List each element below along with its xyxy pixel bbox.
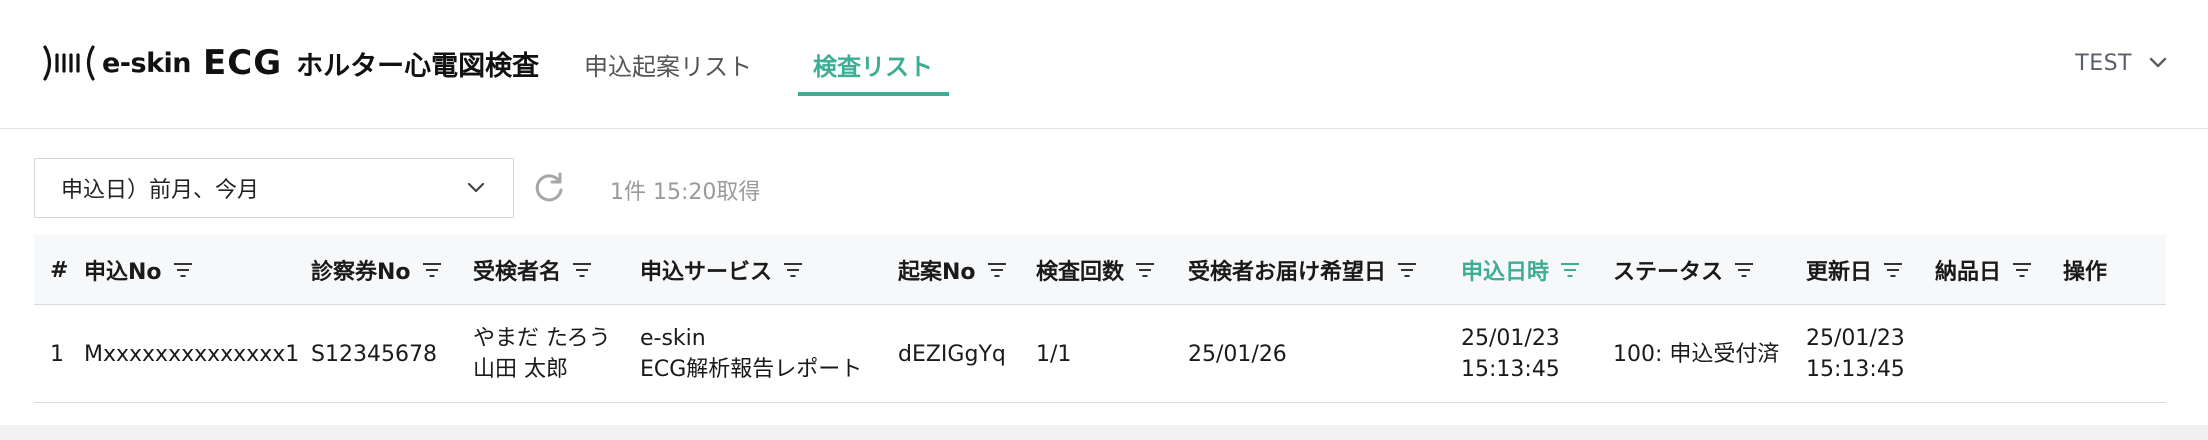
col-header-label: 検査回数 [1036,260,1125,285]
filter-icon[interactable] [986,262,1008,278]
filter-icon[interactable] [172,262,194,278]
table-header: # 申込No 診察券No 受検者名 申込サービス 起案No 検査回数 受検者お届… [34,235,2166,305]
cell-status-value: 100: 申込受付済 [1613,341,1780,367]
cell-draft-no: dEZIGgYq [898,305,1006,403]
cell-delivery-date: 25/01/26 [1188,305,1287,403]
col-header-label: 起案No [898,260,976,285]
cell-index-value: 1 [50,341,64,367]
cell-patient-name: やまだ たろう 山田 太郎 [473,305,611,403]
col-header-label: 操作 [2063,260,2108,285]
app-title: ホルター心電図検査 [296,50,540,82]
filter-icon[interactable] [1733,262,1755,278]
cell-exam-count-value: 1/1 [1036,341,1072,367]
period-select[interactable]: 申込日）前月、今月 [34,158,514,218]
col-header-label: ステータス [1613,260,1724,285]
cell-exam-count: 1/1 [1036,305,1071,403]
user-name: TEST [2075,50,2132,76]
cell-applied-date: 25/01/23 [1461,326,1560,351]
period-select-value: 申込日）前月、今月 [61,178,260,203]
filter-icon[interactable] [571,262,593,278]
cell-applied-datetime: 25/01/23 15:13:45 [1461,305,1560,403]
cell-status: 100: 申込受付済 [1613,305,1779,403]
col-header-label: 申込No [84,260,162,285]
cell-name-kana: やまだ たろう [473,326,611,351]
horizontal-scroll-track[interactable] [0,425,2208,440]
filter-icon[interactable] [421,262,443,278]
col-header-status[interactable]: ステータス [1613,235,1755,305]
filter-icon[interactable] [2011,262,2033,278]
tab-exam-list[interactable]: 検査リスト [798,36,948,92]
col-header-service[interactable]: 申込サービス [640,235,804,305]
chevron-down-icon [2149,57,2167,68]
col-header-draft-no[interactable]: 起案No [898,235,1008,305]
col-header-updated-date[interactable]: 更新日 [1806,235,1904,305]
col-header-applied-datetime[interactable]: 申込日時 [1461,235,1581,305]
brand-logo[interactable]: e-skin ECG ホルター心電図検査 [42,40,539,86]
filter-icon[interactable] [1559,262,1581,278]
cell-updated-date: 25/01/23 15:13:45 [1806,305,1905,403]
cell-service-line1: e-skin [640,326,706,351]
col-header-label: 納品日 [1935,260,2002,285]
user-menu[interactable]: TEST [2075,46,2168,80]
logo-ecg-text: ECG [203,43,283,83]
filter-bar: 申込日）前月、今月 1件 15:20取得 [34,158,934,218]
cell-patient-card-no: S12345678 [311,305,437,403]
refresh-icon [535,172,563,202]
col-header-delivered-date[interactable]: 納品日 [1935,235,2033,305]
col-header-actions: 操作 [2063,235,2107,305]
cell-application-no: Mxxxxxxxxxxxxxx1 [84,305,299,403]
cell-updated-date-value: 25/01/23 [1806,326,1905,351]
col-header-patient-name[interactable]: 受検者名 [473,235,593,305]
cell-application-no-value: Mxxxxxxxxxxxxxx1 [84,341,300,367]
cell-service-line2: ECG解析報告レポート [640,357,863,382]
col-header-label: 更新日 [1806,260,1873,285]
reload-button[interactable] [528,168,570,208]
cell-name-kanji: 山田 太郎 [473,357,568,382]
exam-table: # 申込No 診察券No 受検者名 申込サービス 起案No 検査回数 受検者お届… [34,235,2166,403]
tab-application-draft-list[interactable]: 申込起案リスト [584,36,752,92]
cell-delivery-date-value: 25/01/26 [1188,341,1287,367]
col-header-exam-count[interactable]: 検査回数 [1036,235,1156,305]
col-header-label: 申込サービス [640,260,773,285]
cell-patient-card-no-value: S12345678 [311,341,437,367]
cell-updated-time-value: 15:13:45 [1806,357,1905,382]
cell-draft-no-value: dEZIGgYq [898,341,1006,367]
col-header-label: 診察券No [311,260,411,285]
cell-index: 1 [50,305,64,403]
filter-icon[interactable] [1134,262,1156,278]
col-header-patient-card-no[interactable]: 診察券No [311,235,443,305]
fetch-status: 1件 15:20取得 [610,180,761,205]
logo-eskin-text: e-skin [102,47,192,79]
col-header-label: 申込日時 [1461,260,1550,285]
col-header-label: # [50,257,69,283]
app-header: e-skin ECG ホルター心電図検査 申込起案リスト 検査リスト TEST [0,0,2208,129]
cell-applied-time: 15:13:45 [1461,357,1560,382]
col-header-delivery-date[interactable]: 受検者お届け希望日 [1188,235,1418,305]
horizontal-scrollbar-thumb[interactable] [0,425,2166,440]
col-header-application-no[interactable]: 申込No [84,235,194,305]
col-header-label: 受検者名 [473,260,562,285]
active-tab-indicator [798,92,949,96]
col-header-label: 受検者お届け希望日 [1188,260,1387,285]
signal-waves-icon [43,45,95,81]
filter-icon[interactable] [782,262,804,278]
table-row[interactable]: 1 Mxxxxxxxxxxxxxx1 S12345678 やまだ たろう 山田 … [34,305,2166,403]
cell-service: e-skin ECG解析報告レポート [640,305,862,403]
col-header-index: # [50,235,68,305]
chevron-down-icon [467,182,485,193]
filter-icon[interactable] [1882,262,1904,278]
filter-icon[interactable] [1396,262,1418,278]
